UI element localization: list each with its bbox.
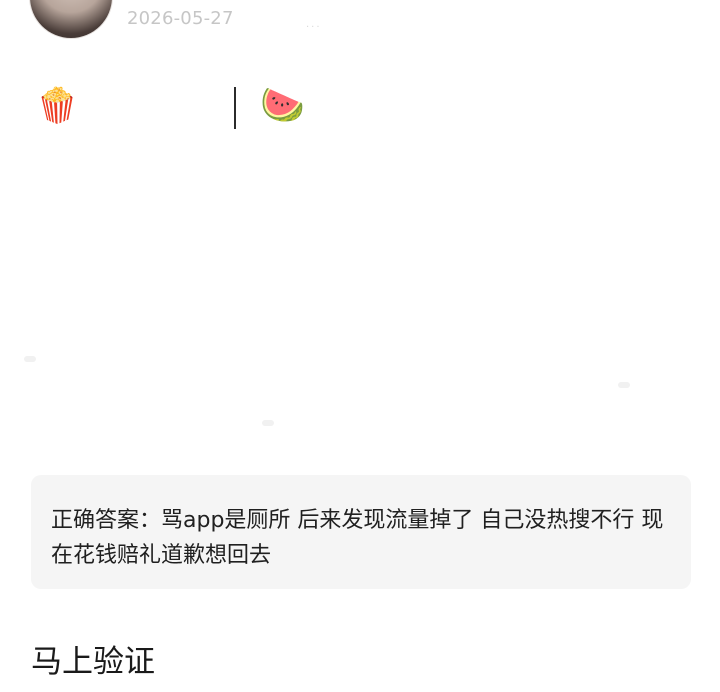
text-caret [234, 87, 236, 129]
ghost-mark [618, 382, 630, 388]
header-dots: ··· [306, 22, 322, 33]
ghost-mark [262, 420, 274, 426]
verify-now-link[interactable]: 马上验证 [31, 640, 155, 684]
popcorn-icon: 🍿 [36, 86, 79, 126]
watermelon-icon: 🍉 [260, 85, 305, 126]
reaction-row: 🍿 🍉 [0, 84, 720, 134]
answer-text: 正确答案：骂app是厕所 后来发现流量掉了 自己没热搜不行 现在花钱赔礼道歉想回… [51, 508, 664, 568]
post-date: 2026-05-27 [127, 8, 234, 29]
avatar[interactable] [30, 0, 112, 38]
answer-box: 正确答案：骂app是厕所 后来发现流量掉了 自己没热搜不行 现在花钱赔礼道歉想回… [31, 475, 691, 589]
ghost-mark [24, 356, 36, 362]
post-header: 2026-05-27 ··· [0, 0, 720, 60]
